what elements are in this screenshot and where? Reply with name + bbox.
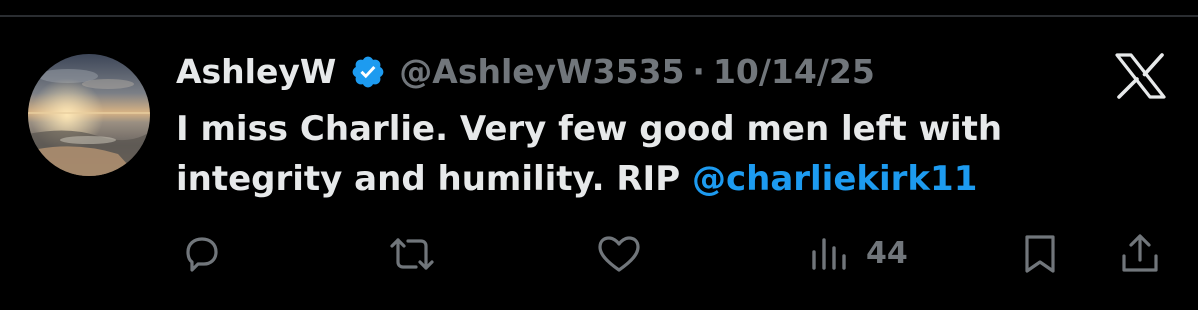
tweet-text: I miss Charlie. Very few good men left w… [176, 104, 1076, 204]
repost-button[interactable] [386, 232, 438, 276]
bookmark-icon [1018, 232, 1062, 276]
user-handle[interactable]: @AshleyW3535 [399, 48, 684, 96]
tweet-header: AshleyW @AshleyW3535 · 10/14/25 [176, 48, 875, 96]
views-icon [808, 232, 852, 276]
bookmark-button[interactable] [1018, 232, 1062, 276]
tweet-date[interactable]: 10/14/25 [713, 48, 875, 96]
repost-icon [386, 232, 438, 276]
share-button[interactable] [1118, 232, 1162, 276]
display-name[interactable]: AshleyW [176, 48, 336, 96]
mention-link[interactable]: @charliekirk11 [692, 159, 977, 199]
top-divider [0, 15, 1198, 17]
avatar[interactable] [28, 54, 150, 176]
reply-button[interactable] [180, 232, 224, 276]
views-count: 44 [866, 236, 908, 271]
header-separator: · [692, 52, 705, 91]
like-icon [596, 232, 642, 276]
reply-icon [180, 232, 224, 276]
share-icon [1118, 232, 1162, 276]
x-logo-icon [1115, 53, 1166, 99]
like-button[interactable] [596, 232, 642, 276]
verified-badge-icon [350, 54, 386, 90]
views-button[interactable]: 44 [808, 232, 908, 276]
